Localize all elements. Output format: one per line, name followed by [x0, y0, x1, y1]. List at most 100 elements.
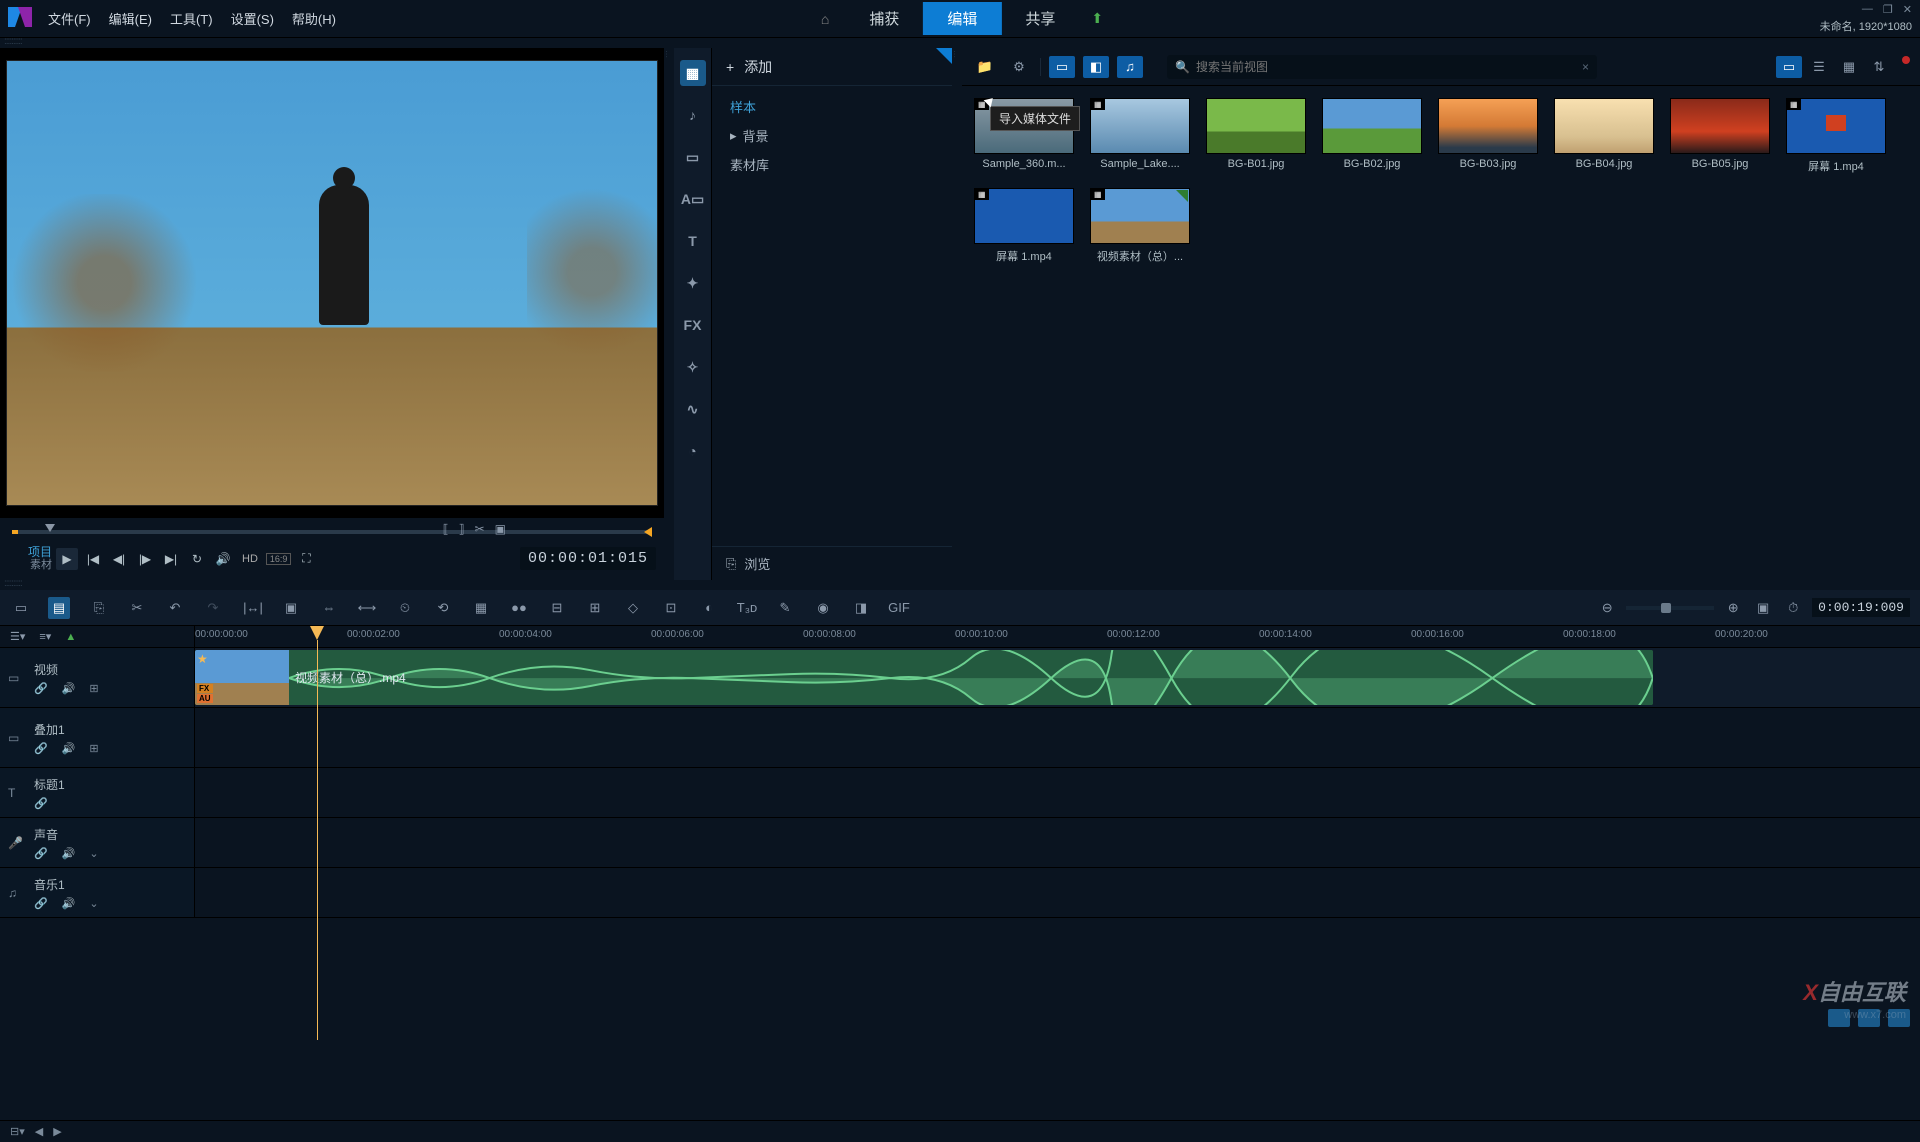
cut-tool-icon[interactable]: ✂	[126, 597, 148, 619]
mute-icon[interactable]: 🔊	[62, 897, 76, 910]
panel-grip[interactable]	[0, 38, 1920, 48]
lock-icon[interactable]: ⊞	[89, 742, 98, 755]
playhead-icon[interactable]	[310, 626, 324, 640]
search-input[interactable]	[1196, 60, 1576, 74]
track-head-title[interactable]: T 标题1 🔗	[0, 768, 195, 817]
tab-capture[interactable]: 捕获	[845, 2, 923, 35]
3d-title-icon[interactable]: T₃ᴅ	[736, 597, 758, 619]
tools-tab-icon[interactable]: ✦	[680, 270, 706, 296]
media-thumb[interactable]: ▦屏幕 1.mp4	[1786, 98, 1886, 174]
track-head-video[interactable]: ▭ 视频 🔗 🔊 ⊞	[0, 648, 195, 707]
zoom-out-icon[interactable]: ⊖	[1596, 597, 1618, 619]
expand-icon[interactable]: ⌄	[89, 847, 98, 860]
video-clip[interactable]: ★ FXAU 视频素材（总）.mp4	[195, 650, 1653, 705]
track-body-overlay[interactable]	[195, 708, 1920, 767]
mute-icon[interactable]: 🔊	[62, 682, 76, 695]
minimize-icon[interactable]: —	[1862, 3, 1873, 16]
gif-icon[interactable]: GIF	[888, 597, 910, 619]
link-icon[interactable]: 🔗	[34, 847, 48, 860]
volume-icon[interactable]: 🔊	[212, 548, 234, 570]
path-tab-icon[interactable]: ∿	[680, 396, 706, 422]
media-thumb[interactable]: BG-B05.jpg	[1670, 98, 1770, 174]
go-end-icon[interactable]: ▶|	[160, 548, 182, 570]
motion-track-icon[interactable]: ⟲	[432, 597, 454, 619]
track-options-icon[interactable]: ≡▾	[39, 630, 51, 643]
category-sample[interactable]: 样本	[712, 92, 952, 121]
panel-grip-v2[interactable]	[952, 48, 962, 580]
audio-tab-icon[interactable]: ♪	[680, 102, 706, 128]
filter-photo-icon[interactable]: ◧	[1083, 56, 1109, 78]
expand-icon[interactable]: ⌄	[89, 897, 98, 910]
tab-share[interactable]: 共享	[1001, 2, 1079, 35]
track-menu-icon[interactable]: ☰▾	[10, 630, 25, 643]
mark-in-icon[interactable]: ⟦	[443, 522, 449, 536]
view-large-icon[interactable]: ▭	[1776, 56, 1802, 78]
link-icon[interactable]: 🔗	[34, 742, 48, 755]
subtitle-icon[interactable]: ⊟	[546, 597, 568, 619]
menu-file[interactable]: 文件(F)	[48, 9, 91, 28]
chroma-icon[interactable]: ●●	[508, 597, 530, 619]
loop-icon[interactable]: ↻	[186, 548, 208, 570]
options-icon[interactable]: ⚙	[1006, 56, 1032, 78]
zoom-in-icon[interactable]: ⊕	[1722, 597, 1744, 619]
split-icon[interactable]: ✂	[475, 522, 485, 536]
timeline-view-icon[interactable]: ▤	[48, 597, 70, 619]
link-icon[interactable]: 🔗	[34, 897, 48, 910]
menu-settings[interactable]: 设置(S)	[231, 9, 274, 28]
link-icon[interactable]: 🔗	[34, 682, 48, 695]
media-thumb[interactable]: BG-B02.jpg	[1322, 98, 1422, 174]
filter-video-icon[interactable]: ▭	[1049, 56, 1075, 78]
tracking-tab-icon[interactable]: ◔	[680, 438, 706, 464]
mute-icon[interactable]: 🔊	[62, 742, 76, 755]
track-head-music[interactable]: ♫ 音乐1 🔗🔊⌄	[0, 868, 195, 917]
sort-icon[interactable]: ⇅	[1866, 56, 1892, 78]
media-thumb[interactable]: BG-B03.jpg	[1438, 98, 1538, 174]
panel-grip-h2[interactable]	[0, 580, 1920, 590]
menu-edit[interactable]: 编辑(E)	[109, 9, 152, 28]
source-toggle[interactable]: 项目 素材	[8, 546, 52, 571]
media-thumb[interactable]: ▦视频素材（总）...	[1090, 188, 1190, 264]
text-tab-icon[interactable]: T	[680, 228, 706, 254]
prev-frame-icon[interactable]: ◀|	[108, 548, 130, 570]
fx-tab-icon[interactable]: FX	[680, 312, 706, 338]
media-tab-icon[interactable]: ▦	[680, 60, 706, 86]
media-thumb[interactable]: ▦Sample_Lake....	[1090, 98, 1190, 174]
home-icon[interactable]: ⌂	[805, 5, 845, 33]
menu-tool[interactable]: 工具(T)	[170, 9, 213, 28]
add-track-icon[interactable]: ▲	[65, 631, 76, 643]
menu-help[interactable]: 帮助(H)	[292, 9, 336, 28]
category-background[interactable]: ▸背景	[712, 121, 952, 150]
view-grid-icon[interactable]: ▦	[1836, 56, 1862, 78]
search-box[interactable]: 🔍 ×	[1167, 55, 1597, 79]
clock-icon[interactable]: ⏱	[1782, 597, 1804, 619]
redo-icon[interactable]: ↷	[202, 597, 224, 619]
go-start-icon[interactable]: |◀	[82, 548, 104, 570]
pan-zoom-icon[interactable]: ⊡	[660, 597, 682, 619]
scroll-right-icon[interactable]: ▶	[53, 1125, 61, 1138]
restore-icon[interactable]: ❐	[1883, 3, 1893, 16]
storyboard-view-icon[interactable]: ▭	[10, 597, 32, 619]
stretch-icon[interactable]: ⇔	[318, 597, 340, 619]
track-head-overlay[interactable]: ▭ 叠加1 🔗🔊⊞	[0, 708, 195, 767]
snapshot-icon[interactable]: ▣	[495, 522, 506, 536]
media-thumb[interactable]: BG-B01.jpg	[1206, 98, 1306, 174]
paint-icon[interactable]: ✎	[774, 597, 796, 619]
record-icon[interactable]: ◉	[812, 597, 834, 619]
clear-search-icon[interactable]: ×	[1582, 60, 1589, 74]
fullscreen-icon[interactable]: ⛶	[295, 548, 317, 570]
track-body-video[interactable]: ★ FXAU 视频素材（总）.mp4	[195, 648, 1920, 707]
view-list-icon[interactable]: ☰	[1806, 56, 1832, 78]
add-button[interactable]: + 添加	[712, 48, 952, 86]
media-thumb[interactable]: BG-B04.jpg	[1554, 98, 1654, 174]
color-grade-icon[interactable]: ◨	[850, 597, 872, 619]
undo-icon[interactable]: ↶	[164, 597, 186, 619]
slip-icon[interactable]: ⟷	[356, 597, 378, 619]
next-frame-icon[interactable]: |▶	[134, 548, 156, 570]
upload-icon[interactable]: ⬆	[1079, 4, 1115, 33]
chapter-icon[interactable]: ⊞	[584, 597, 606, 619]
track-head-voice[interactable]: 🎤 声音 🔗🔊⌄	[0, 818, 195, 867]
timeline-ruler[interactable]: ☰▾ ≡▾ ▲ 00:00:00:0000:00:02:0000:00:04:0…	[0, 626, 1920, 648]
track-body-title[interactable]	[195, 768, 1920, 817]
title-tab-icon[interactable]: A▭	[680, 186, 706, 212]
mark-out-icon[interactable]: ⟧	[459, 522, 465, 536]
